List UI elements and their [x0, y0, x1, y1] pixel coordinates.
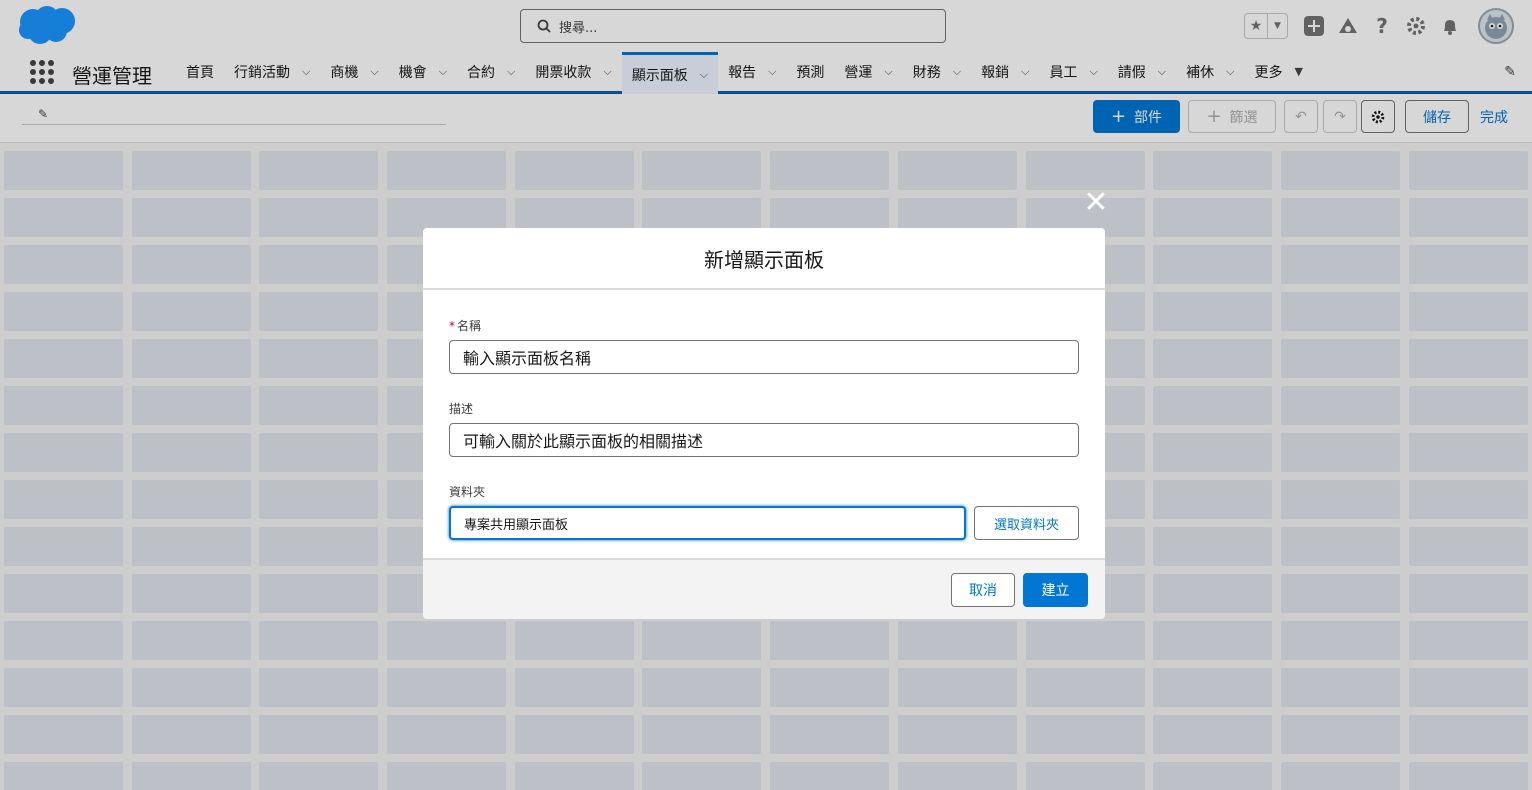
- description-field[interactable]: 可輸入關於此顯示面板的相關描述: [449, 423, 1079, 457]
- description-value: 可輸入關於此顯示面板的相關描述: [463, 432, 704, 451]
- new-dashboard-modal: 新增顯示面板 * 名稱 輸入顯示面板名稱 描述 可輸入關於此顯示面板的相關描述 資…: [423, 228, 1105, 619]
- close-icon[interactable]: ✕: [1083, 188, 1109, 218]
- name-value: 輸入顯示面板名稱: [463, 349, 592, 368]
- modal-header: 新增顯示面板: [423, 228, 1105, 290]
- cancel-button[interactable]: 取消: [951, 573, 1015, 607]
- select-folder-button[interactable]: 選取資料夾: [974, 506, 1079, 540]
- modal-body: * 名稱 輸入顯示面板名稱 描述 可輸入關於此顯示面板的相關描述 資料夾 專案共用…: [423, 290, 1105, 557]
- modal-footer: 取消 建立: [423, 558, 1105, 619]
- description-label: 描述: [449, 402, 474, 416]
- folder-value: 專案共用顯示面板: [464, 517, 569, 533]
- required-marker: *: [449, 319, 455, 333]
- name-label-text: 名稱: [457, 319, 482, 333]
- create-button[interactable]: 建立: [1023, 573, 1088, 607]
- modal-title: 新增顯示面板: [704, 247, 824, 272]
- folder-field[interactable]: 專案共用顯示面板: [449, 506, 966, 540]
- name-label: * 名稱: [449, 317, 481, 334]
- folder-label: 資料夾: [449, 485, 486, 499]
- name-field[interactable]: 輸入顯示面板名稱: [449, 340, 1079, 374]
